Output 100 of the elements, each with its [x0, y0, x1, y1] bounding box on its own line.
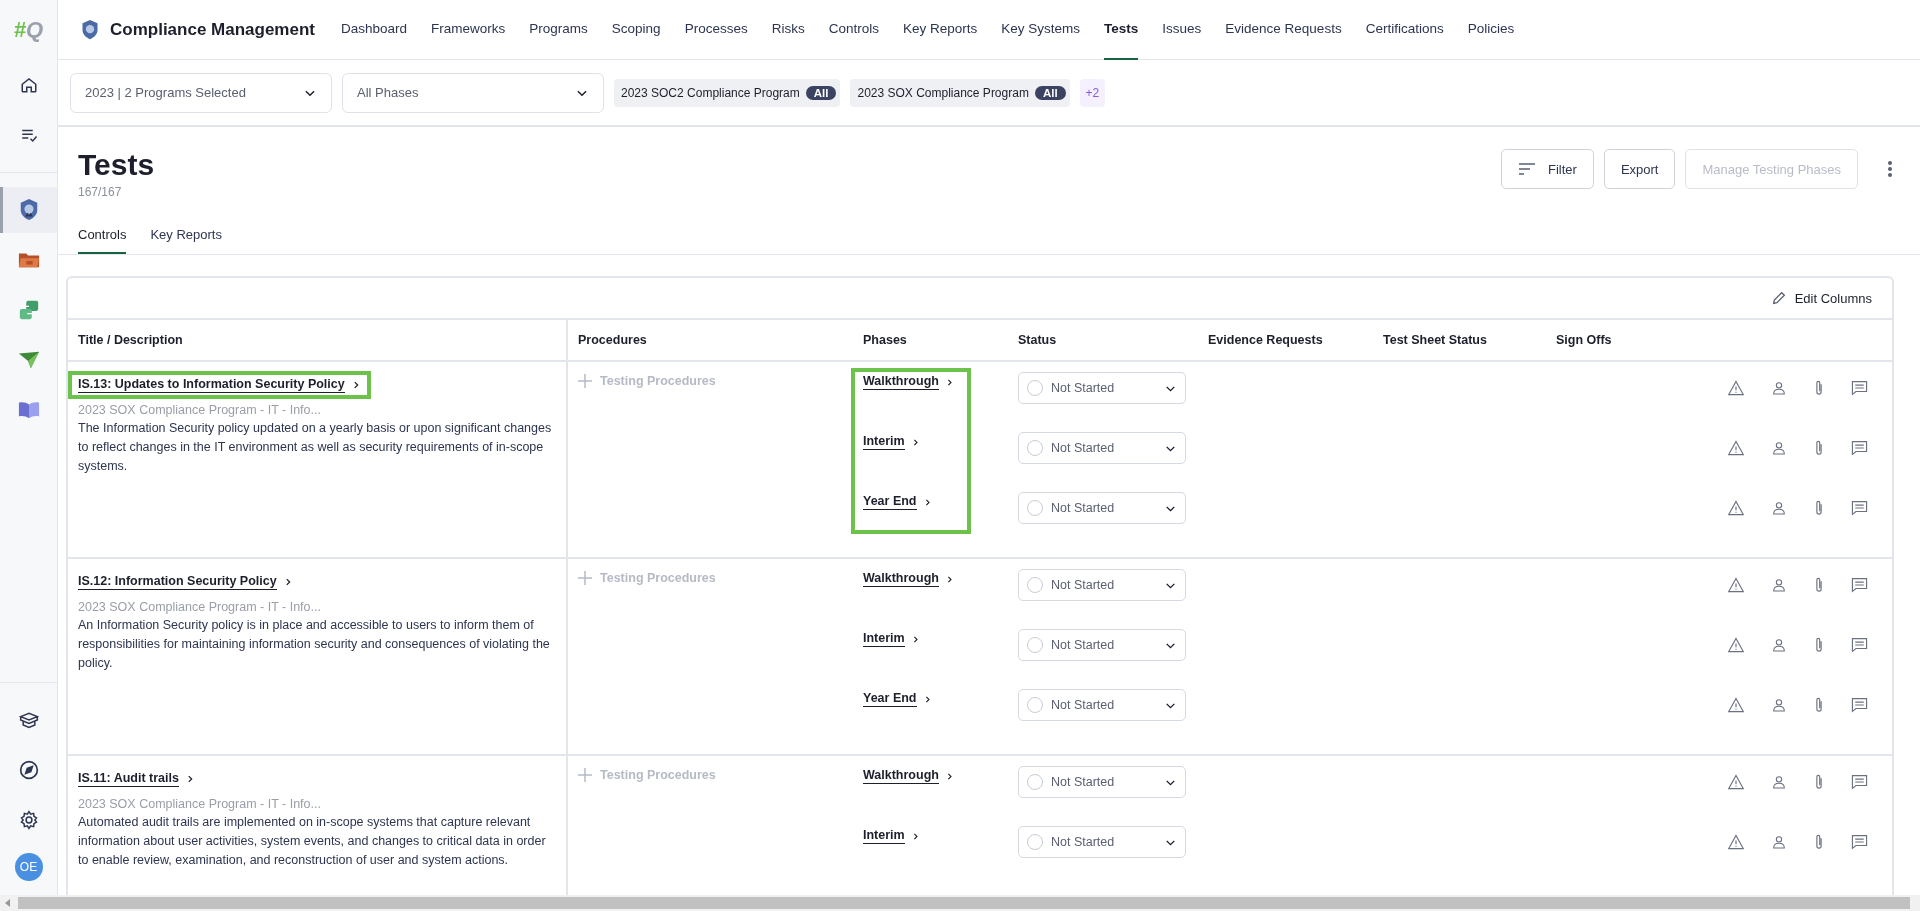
comment-icon[interactable] — [1851, 500, 1868, 516]
chip-label: 2023 SOX Compliance Program — [857, 85, 1029, 100]
program-path: 2023 SOX Compliance Program - IT - Info... — [78, 600, 322, 614]
plus-icon — [578, 571, 592, 585]
paperclip-icon[interactable] — [1813, 636, 1825, 654]
plus-icon — [578, 768, 592, 782]
person-icon[interactable] — [1771, 774, 1787, 790]
shield-app-button[interactable] — [0, 187, 57, 233]
person-icon[interactable] — [1771, 577, 1787, 593]
phase-link[interactable]: Walkthrough — [863, 374, 954, 390]
horizontal-scrollbar[interactable] — [0, 895, 1920, 911]
program-chip[interactable]: 2023 SOX Compliance Program All — [850, 78, 1070, 107]
column-header: Procedures — [578, 333, 647, 347]
column-header: Evidence Requests — [1208, 333, 1323, 347]
status-select[interactable]: Not Started — [1018, 492, 1186, 524]
nav-tab[interactable]: Dashboard — [341, 0, 408, 60]
chip-badge: All — [805, 85, 837, 100]
nav-tab[interactable]: Evidence Requests — [1225, 0, 1342, 60]
phase-link[interactable]: Walkthrough — [863, 571, 954, 587]
phase-select[interactable]: All Phases — [342, 72, 604, 113]
paperclip-icon[interactable] — [1813, 439, 1825, 457]
app-title: Compliance Management — [110, 19, 315, 40]
home-icon — [19, 76, 38, 94]
nav-tab[interactable]: Policies — [1467, 0, 1515, 60]
warning-icon[interactable] — [1727, 697, 1745, 713]
status-select[interactable]: Not Started — [1018, 569, 1186, 601]
phase-link[interactable]: Year End — [863, 691, 932, 707]
settings-icon — [18, 810, 39, 830]
chip-badge: All — [1034, 85, 1066, 100]
control-title-link[interactable]: IS.11: Audit trails — [68, 765, 205, 793]
plus-icon — [578, 374, 592, 388]
phase-link[interactable]: Interim — [863, 828, 920, 844]
nav-tab[interactable]: Processes — [684, 0, 748, 60]
chip-label: 2023 SOC2 Compliance Program — [621, 85, 800, 100]
paperclip-icon[interactable] — [1813, 499, 1825, 517]
nav-tab[interactable]: Programs — [529, 0, 588, 60]
person-icon[interactable] — [1771, 440, 1787, 456]
program-chip[interactable]: 2023 SOC2 Compliance Program All — [614, 78, 841, 107]
program-path: 2023 SOX Compliance Program - IT - Info... — [78, 403, 322, 417]
phase-link[interactable]: Interim — [863, 434, 920, 450]
status-select[interactable]: Not Started — [1018, 629, 1186, 661]
person-icon[interactable] — [1771, 697, 1787, 713]
status-select[interactable]: Not Started — [1018, 432, 1186, 464]
column-header: Title / Description — [78, 333, 183, 347]
column-header: Test Sheet Status — [1383, 333, 1487, 347]
person-icon[interactable] — [1771, 834, 1787, 850]
nav-tab[interactable]: Certifications — [1365, 0, 1444, 60]
paperclip-icon[interactable] — [1813, 696, 1825, 714]
nav-tab[interactable]: Scoping — [611, 0, 661, 60]
warning-icon[interactable] — [1727, 500, 1745, 516]
sync-icon — [17, 299, 40, 321]
warning-icon[interactable] — [1727, 577, 1745, 593]
comment-icon[interactable] — [1851, 440, 1868, 456]
control-title-link[interactable]: IS.12: Information Security Policy — [68, 568, 303, 596]
comment-icon[interactable] — [1851, 380, 1868, 396]
edit-columns-button[interactable]: Edit Columns — [1764, 289, 1878, 307]
control-title-link[interactable]: IS.13: Updates to Information Security Policy — [68, 371, 371, 399]
comment-icon[interactable] — [1851, 637, 1868, 653]
warning-icon[interactable] — [1727, 637, 1745, 653]
person-icon[interactable] — [1771, 380, 1787, 396]
scroll-left-icon — [4, 898, 12, 908]
nav-tab[interactable]: Issues — [1162, 0, 1202, 60]
nav-tab[interactable]: Controls — [828, 0, 879, 60]
more-chips-button[interactable]: +2 — [1079, 78, 1106, 107]
nav-tab[interactable]: Key Systems — [1001, 0, 1080, 60]
program-select[interactable]: 2023 | 2 Programs Selected — [70, 72, 332, 113]
comment-icon[interactable] — [1851, 697, 1868, 713]
phase-link[interactable]: Interim — [863, 631, 920, 647]
status-select[interactable]: Not Started — [1018, 372, 1186, 404]
view-tab[interactable]: Controls — [78, 223, 127, 254]
paperclip-icon[interactable] — [1813, 379, 1825, 397]
view-tab[interactable]: Key Reports — [150, 223, 222, 254]
status-select[interactable]: Not Started — [1018, 689, 1186, 721]
nav-tab[interactable]: Risks — [771, 0, 805, 60]
comment-icon[interactable] — [1851, 774, 1868, 790]
shield-icon — [80, 18, 100, 41]
action-button[interactable]: Export — [1603, 149, 1676, 189]
paperclip-icon[interactable] — [1813, 833, 1825, 851]
person-icon[interactable] — [1771, 500, 1787, 516]
warning-icon[interactable] — [1727, 774, 1745, 790]
phase-link[interactable]: Walkthrough — [863, 768, 954, 784]
warning-icon[interactable] — [1727, 440, 1745, 456]
result-count: 167/167 — [78, 185, 123, 199]
nav-tab[interactable]: Frameworks — [431, 0, 506, 60]
comment-icon[interactable] — [1851, 834, 1868, 850]
warning-icon[interactable] — [1727, 380, 1745, 396]
nav-tab[interactable]: Tests — [1104, 0, 1139, 60]
paperclip-icon[interactable] — [1813, 773, 1825, 791]
column-header: Phases — [863, 333, 907, 347]
status-select[interactable]: Not Started — [1018, 766, 1186, 798]
phase-link[interactable]: Year End — [863, 494, 932, 510]
warning-icon[interactable] — [1727, 834, 1745, 850]
filter-button[interactable]: Filter — [1501, 149, 1594, 189]
comment-icon[interactable] — [1851, 577, 1868, 593]
status-select[interactable]: Not Started — [1018, 826, 1186, 858]
program-path: 2023 SOX Compliance Program - IT - Info... — [78, 797, 322, 811]
paper-plane-icon — [17, 350, 40, 370]
nav-tab[interactable]: Key Reports — [902, 0, 978, 60]
person-icon[interactable] — [1771, 637, 1787, 653]
paperclip-icon[interactable] — [1813, 576, 1825, 594]
